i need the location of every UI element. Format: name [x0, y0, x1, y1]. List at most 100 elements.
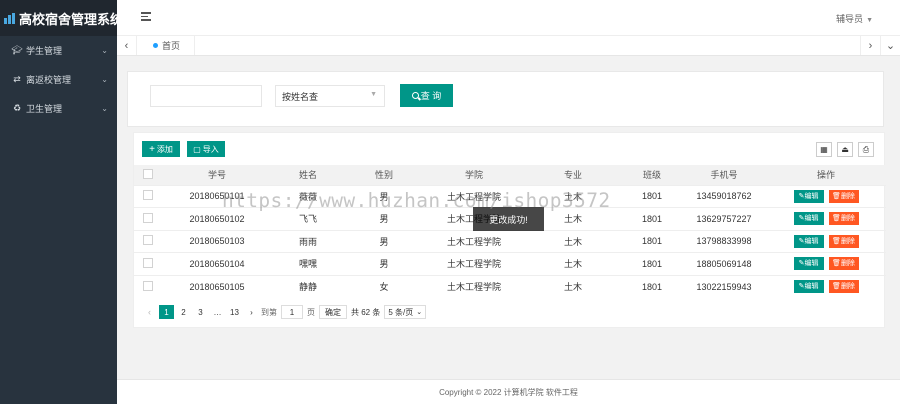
edit-button[interactable]: ✎编辑 — [793, 234, 824, 248]
row-checkbox[interactable] — [143, 235, 153, 246]
row-checkbox[interactable] — [143, 257, 153, 268]
column-header[interactable]: 姓名 — [272, 165, 344, 185]
trash-icon: 🗑︎ — [832, 192, 841, 200]
user-menu[interactable]: 辅导员 ▼ — [836, 12, 873, 25]
phone-cell: 13022159943 — [682, 274, 766, 298]
app-title: 高校宿舍管理系统 — [19, 11, 124, 27]
student-id-cell: 20180650105 — [162, 274, 272, 298]
goto-label: 到第 — [261, 307, 277, 317]
edit-button[interactable]: ✎编辑 — [793, 189, 824, 203]
column-header[interactable]: 性别 — [344, 165, 424, 185]
trash-icon: 🗑︎ — [832, 260, 841, 268]
recycle-icon: ♻︎ — [12, 103, 22, 113]
class-cell: 1801 — [622, 184, 682, 208]
goto-confirm-button[interactable]: 确定 — [319, 305, 347, 319]
column-header[interactable]: 学院 — [424, 165, 524, 185]
export-icon[interactable]: ⏏ — [837, 142, 853, 157]
prev-page-icon[interactable]: ‹ — [142, 305, 157, 319]
edit-button[interactable]: ✎编辑 — [793, 280, 824, 293]
edit-button[interactable]: ✎编辑 — [793, 212, 824, 226]
phone-cell: 18805069148 — [682, 252, 766, 275]
page-size-value: 5 条/页 — [388, 307, 414, 317]
table-row: 20180650105 静静女土木工程学院 土木 1801 13022159943 ✎编辑… — [134, 274, 886, 298]
gender-cell: 男 — [344, 229, 424, 253]
select-all-cell — [134, 165, 162, 185]
page-footer: Copyright © 2022 计算机学院 软件工程 — [117, 379, 900, 404]
page-size-select[interactable]: 5 条/页 ⌄ — [384, 305, 427, 319]
major-cell: 土木 — [524, 229, 622, 253]
edit-label: 编辑 — [804, 215, 819, 223]
user-name: 辅导员 — [836, 14, 864, 24]
college-cell: 土木工程学院 — [424, 274, 524, 298]
tab-home[interactable]: 首页 — [145, 36, 196, 55]
column-header[interactable]: 学号 — [162, 165, 272, 185]
import-button[interactable]: ▢ 导入 — [187, 141, 225, 157]
add-button[interactable]: + 添加 — [142, 141, 180, 157]
graduation-cap-icon: 🎓︎ — [11, 45, 23, 55]
page-2[interactable]: 2 — [176, 305, 191, 319]
sidebar-item-leave-return[interactable]: ⇄ 离返校管理 ⌄ — [0, 65, 117, 94]
page-3[interactable]: 3 — [193, 305, 208, 319]
delete-button[interactable]: 🗑︎删除 — [828, 212, 859, 226]
sidebar-item-hygiene[interactable]: ♻︎ 卫生管理 ⌄ — [0, 94, 117, 123]
row-checkbox[interactable] — [143, 190, 153, 201]
search-button-label: 查 询 — [420, 91, 442, 101]
page-1[interactable]: 1 — [159, 305, 174, 319]
tab-menu-chevron-icon[interactable]: ⌄ — [880, 36, 900, 55]
add-button-label: 添加 — [156, 144, 173, 154]
next-page-icon[interactable]: › — [244, 305, 259, 319]
search-input[interactable] — [150, 85, 262, 107]
tab-scroll-right-icon[interactable]: › — [860, 36, 880, 55]
tab-scroll-left-icon[interactable]: ‹ — [117, 36, 137, 55]
edit-label: 编辑 — [804, 260, 819, 268]
delete-button[interactable]: 🗑︎删除 — [828, 234, 859, 248]
note-icon: ▢ — [193, 144, 201, 154]
column-header[interactable]: 班级 — [622, 165, 682, 185]
search-button[interactable]: 查 询 — [400, 84, 453, 107]
sidebar-item-label: 离返校管理 — [26, 75, 72, 85]
print-icon[interactable]: ⎙ — [858, 142, 874, 157]
column-header[interactable]: 专业 — [524, 165, 622, 185]
column-header[interactable]: 手机号 — [682, 165, 766, 185]
gender-cell: 女 — [344, 274, 424, 298]
trash-icon: 🗑︎ — [832, 215, 841, 223]
phone-cell: 13798833998 — [682, 229, 766, 253]
row-select-cell — [134, 207, 162, 230]
college-cell: 土木工程学院 — [424, 252, 524, 275]
sidebar-item-label: 卫生管理 — [26, 104, 63, 114]
menu-toggle-icon[interactable] — [141, 12, 151, 22]
app-logo: 高校宿舍管理系统 — [0, 0, 123, 36]
delete-button[interactable]: 🗑︎删除 — [828, 257, 859, 271]
select-all-checkbox[interactable] — [143, 168, 153, 179]
trash-icon: 🗑︎ — [832, 237, 841, 245]
delete-button[interactable]: 🗑︎删除 — [828, 189, 859, 203]
plus-icon: + — [149, 143, 155, 155]
delete-button[interactable]: 🗑︎删除 — [828, 280, 859, 293]
search-type-select[interactable]: 按姓名查 ▼ — [275, 85, 385, 107]
row-select-cell — [134, 274, 162, 298]
sidebar-item-students[interactable]: 🎓︎ 学生管理 ⌄ — [0, 36, 117, 65]
major-cell: 土木 — [524, 274, 622, 298]
actions-cell: ✎编辑 🗑︎删除 — [766, 207, 886, 230]
row-select-cell — [134, 229, 162, 253]
actions-cell: ✎编辑 🗑︎删除 — [766, 274, 886, 298]
select-value: 按姓名查 — [282, 91, 319, 102]
name-cell: 静静 — [272, 274, 344, 298]
phone-cell: 13629757227 — [682, 207, 766, 230]
caret-down-icon: ⌄ — [416, 309, 423, 316]
edit-label: 编辑 — [804, 283, 819, 290]
page-13[interactable]: 13 — [227, 305, 242, 319]
trash-icon: 🗑︎ — [832, 283, 841, 290]
table-row: 20180650103 雨雨男土木工程学院 土木 1801 13798833998 ✎编辑… — [134, 229, 886, 253]
goto-page-input[interactable]: 1 — [281, 305, 303, 319]
row-checkbox[interactable] — [143, 212, 153, 223]
name-cell: 雨雨 — [272, 229, 344, 253]
row-select-cell — [134, 252, 162, 275]
columns-filter-icon[interactable]: ▦ — [816, 142, 832, 157]
edit-label: 编辑 — [804, 237, 819, 245]
edit-button[interactable]: ✎编辑 — [793, 257, 824, 271]
delete-label: 删除 — [840, 237, 855, 245]
gender-cell: 男 — [344, 252, 424, 275]
table-tools: ▦ ⏏ ⎙ — [816, 142, 874, 157]
row-checkbox[interactable] — [143, 280, 153, 291]
